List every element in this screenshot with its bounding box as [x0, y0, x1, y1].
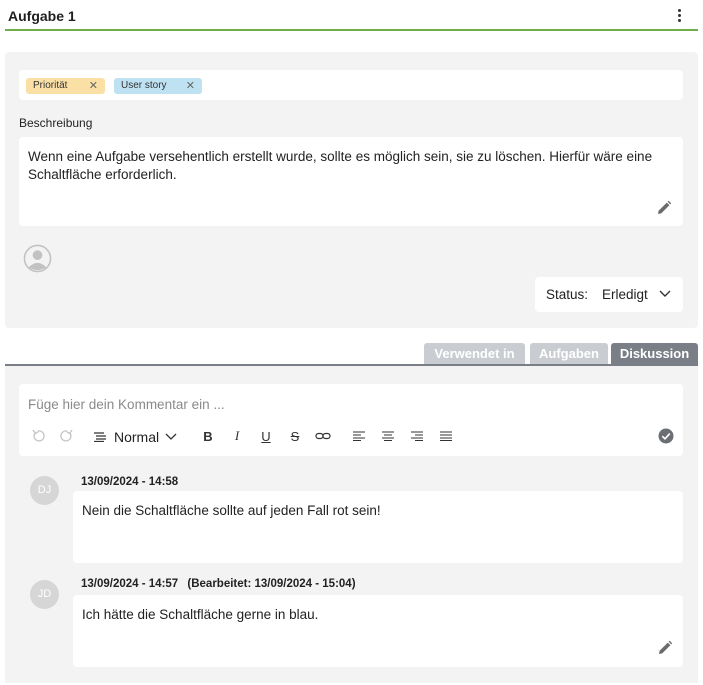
paragraph-icon [94, 432, 106, 442]
comment-text: Nein die Schaltfläche sollte auf jeden F… [82, 503, 381, 518]
paragraph-format-select[interactable]: Normal [94, 428, 177, 446]
submit-check-icon[interactable] [658, 427, 674, 445]
description-label: Beschreibung [19, 116, 93, 130]
pencil-icon[interactable] [656, 200, 672, 216]
strikethrough-icon[interactable]: S [289, 427, 301, 445]
avatar: DJ [30, 476, 59, 505]
undo-icon[interactable] [31, 427, 45, 445]
status-dropdown[interactable]: Status: Erledigt [535, 277, 683, 312]
task-header: Aufgabe 1 [5, 0, 698, 31]
italic-icon[interactable]: I [231, 427, 243, 445]
remove-tag-icon[interactable]: ✕ [89, 78, 98, 94]
comment-meta: 13/09/2024 - 14:58 [81, 476, 178, 488]
user-avatar-icon[interactable] [23, 244, 52, 273]
description-text: Wenn eine Aufgabe versehentlich erstellt… [28, 149, 653, 182]
tag-user-story: User story ✕ [114, 78, 202, 94]
comment-edited-note: (Bearbeitet: 13/09/2024 - 15:04) [187, 578, 356, 590]
redo-icon[interactable] [60, 427, 74, 445]
comment-body[interactable]: Ich hätte die Schaltfläche gerne in blau… [73, 595, 683, 667]
tab-aufgaben[interactable]: Aufgaben [530, 343, 608, 364]
remove-tag-icon[interactable]: ✕ [186, 78, 195, 94]
task-title: Aufgabe 1 [8, 8, 76, 24]
align-right-icon[interactable] [411, 427, 423, 445]
tab-diskussion[interactable]: Diskussion [611, 343, 698, 364]
pencil-icon[interactable] [657, 640, 673, 656]
align-justify-icon[interactable] [440, 427, 452, 445]
comment-body: Nein die Schaltfläche sollte auf jeden F… [73, 491, 683, 563]
chevron-down-icon [659, 290, 671, 297]
comment-text: Ich hätte die Schaltfläche gerne in blau… [82, 607, 319, 622]
status-value: Erledigt [602, 287, 648, 302]
align-left-icon[interactable] [353, 427, 365, 445]
tag-box[interactable]: Priorität ✕ User story ✕ [19, 70, 683, 100]
task-card: Priorität ✕ User story ✕ Beschreibung We… [5, 52, 698, 328]
tag-label: User story [121, 80, 167, 91]
more-vertical-icon[interactable] [672, 6, 686, 24]
comment-input[interactable] [28, 394, 628, 414]
avatar: JD [30, 580, 59, 609]
bold-icon[interactable]: B [202, 427, 214, 445]
underline-icon[interactable]: U [260, 427, 272, 445]
comment-timestamp: 13/09/2024 - 14:58 [81, 476, 179, 488]
comment-meta: 13/09/2024 - 14:57 (Bearbeitet: 13/09/20… [81, 578, 356, 590]
tag-priority: Priorität ✕ [26, 78, 105, 94]
align-center-icon[interactable] [382, 427, 394, 445]
format-value: Normal [114, 429, 160, 445]
status-label: Status: [546, 287, 589, 302]
tag-label: Priorität [33, 80, 68, 91]
discussion-panel: Normal B I U S DJ [5, 366, 698, 683]
comment-timestamp: 13/09/2024 - 14:57 [81, 578, 179, 590]
link-icon[interactable] [315, 427, 331, 445]
comment-editor: Normal B I U S [19, 384, 683, 456]
description-box[interactable]: Wenn eine Aufgabe versehentlich erstellt… [19, 137, 683, 226]
tab-verwendet-in[interactable]: Verwendet in [424, 343, 525, 364]
chevron-down-icon [165, 433, 177, 440]
